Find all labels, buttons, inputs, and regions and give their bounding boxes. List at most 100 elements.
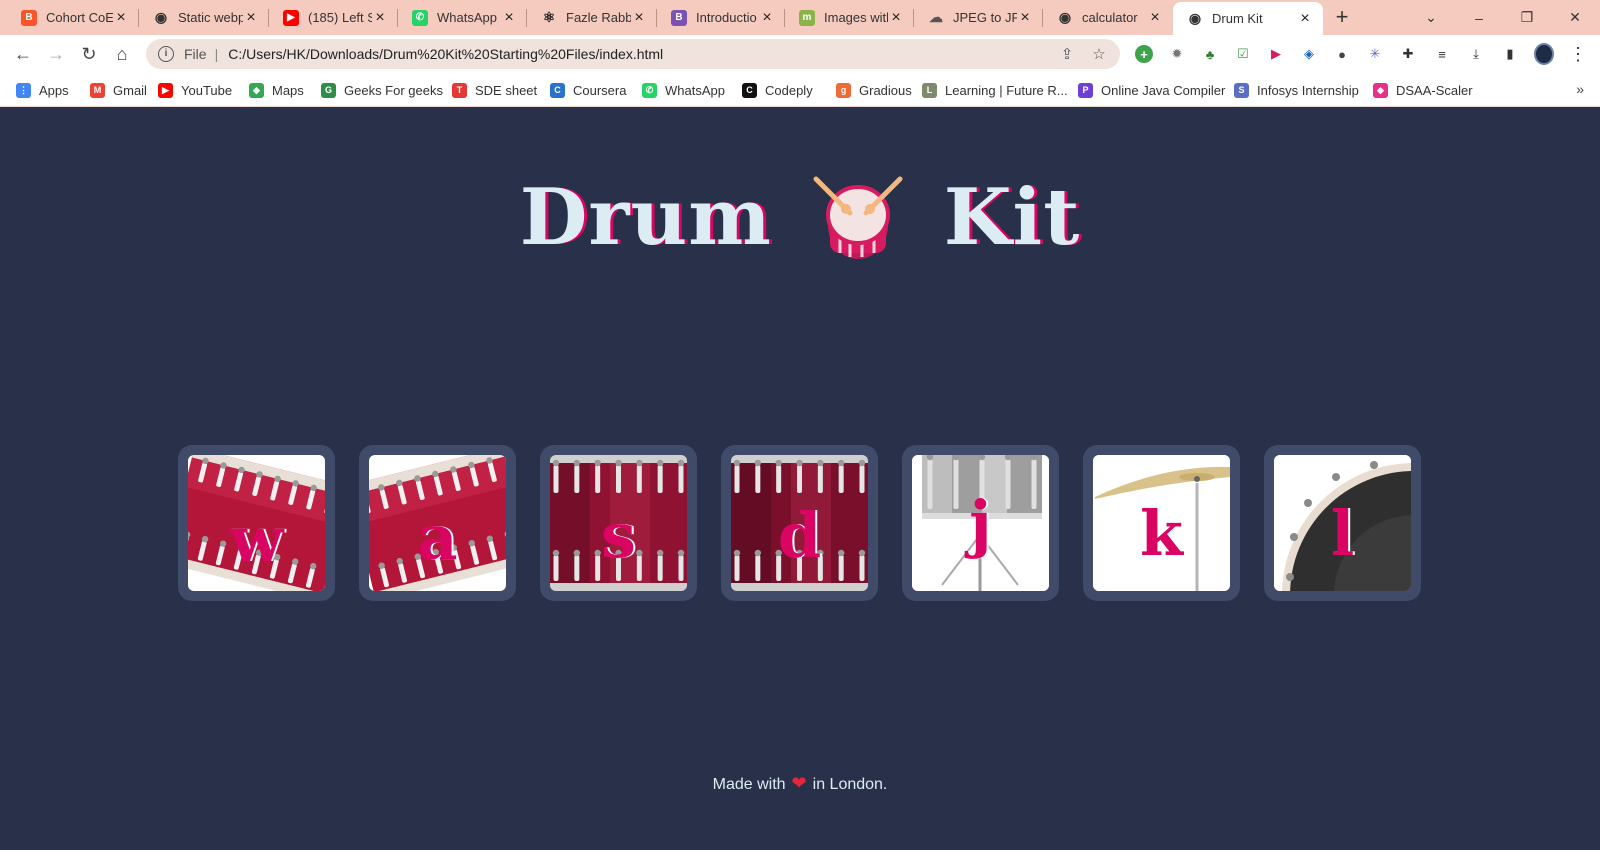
bookmark-codeply[interactable]: C Codeply bbox=[742, 82, 813, 98]
tab-close-icon[interactable]: × bbox=[1017, 9, 1033, 27]
address-bar[interactable]: i File | C:/Users/HK/Downloads/Drum%20Ki… bbox=[146, 39, 1120, 69]
bookmark-label: Learning | Future R... bbox=[945, 82, 1068, 98]
drum-emoji-icon bbox=[813, 176, 903, 259]
tab-5[interactable]: B Introductio × bbox=[657, 0, 785, 35]
infosys-icon: S bbox=[1234, 82, 1249, 98]
tab-title: calculator bbox=[1082, 10, 1138, 25]
drum-key-label: l bbox=[1330, 497, 1355, 570]
bookmark-label: YouTube bbox=[181, 82, 233, 98]
youtube-icon: ▶ bbox=[158, 82, 173, 98]
tab-close-icon[interactable]: × bbox=[888, 9, 904, 27]
drum-button-w[interactable]: w bbox=[178, 445, 335, 601]
kick-image: l bbox=[1274, 455, 1411, 591]
tab-close-icon[interactable]: × bbox=[1297, 10, 1313, 28]
bookmark-label: Coursera bbox=[573, 82, 627, 98]
forward-button[interactable]: → bbox=[43, 42, 69, 66]
bookmark-scaler[interactable]: ◆ DSAA-Scaler bbox=[1373, 82, 1473, 98]
bookmark-whatsapp[interactable]: ✆ WhatsApp bbox=[642, 82, 725, 98]
bookmark-label: Geeks For geeks bbox=[344, 82, 443, 98]
tab-9[interactable]: ◉ Drum Kit × bbox=[1173, 2, 1323, 35]
cookies-icon[interactable]: ● bbox=[1332, 44, 1352, 64]
bookmark-gmail[interactable]: M Gmail bbox=[90, 82, 147, 98]
bookmark-gradious[interactable]: g Gradious bbox=[836, 82, 912, 98]
bookmark-infosys[interactable]: S Infosys Internship bbox=[1234, 82, 1359, 98]
drum-button-k[interactable]: k bbox=[1083, 445, 1240, 601]
reload-button[interactable]: ↻ bbox=[76, 42, 102, 66]
tab-close-icon[interactable]: × bbox=[501, 9, 517, 27]
tab-title: Images with bbox=[824, 10, 888, 25]
url-text[interactable]: C:/Users/HK/Downloads/Drum%20Kit%20Start… bbox=[228, 46, 1056, 62]
browser-menu-icon[interactable]: ⋮ bbox=[1568, 44, 1588, 64]
whatsapp-icon: ✆ bbox=[412, 9, 428, 26]
bookmark-label: Gradious bbox=[859, 82, 912, 98]
bookmark-apps-grid[interactable]: ⋮ Apps bbox=[16, 82, 69, 98]
tab-search-chevron-icon[interactable]: ⌄ bbox=[1408, 0, 1454, 35]
drum-button-a[interactable]: a bbox=[359, 445, 516, 601]
back-button[interactable]: ← bbox=[10, 42, 36, 66]
bookmark-star-icon[interactable]: ☆ bbox=[1088, 45, 1110, 63]
tab-3[interactable]: ✆ WhatsApp × bbox=[398, 0, 527, 35]
maps-icon: ◆ bbox=[249, 82, 264, 98]
heart-icon: ❤ bbox=[791, 773, 807, 793]
more-bookmarks-chevron-icon[interactable]: » bbox=[1576, 81, 1584, 97]
bookmark-learning[interactable]: L Learning | Future R... bbox=[922, 82, 1068, 98]
tab-4[interactable]: ⚛ Fazle Rabby× bbox=[527, 0, 657, 35]
reading-list-icon[interactable]: ≡ bbox=[1432, 44, 1452, 64]
drum-button-l[interactable]: l bbox=[1264, 445, 1421, 601]
drum-button-s[interactable]: s bbox=[540, 445, 697, 601]
title-word-drum: Drum bbox=[519, 172, 772, 263]
tab-close-icon[interactable]: × bbox=[372, 9, 388, 27]
close-window-button[interactable]: ✕ bbox=[1552, 0, 1598, 35]
side-panel-icon[interactable]: ▮ bbox=[1500, 44, 1520, 64]
globe-icon: ◉ bbox=[1058, 9, 1072, 25]
tab-close-icon[interactable]: × bbox=[631, 9, 647, 27]
coursera-icon: C bbox=[550, 82, 565, 98]
tab-close-icon[interactable]: × bbox=[113, 9, 129, 27]
tab-0[interactable]: B Cohort CoE × bbox=[7, 0, 139, 35]
gfg-icon: G bbox=[321, 82, 336, 98]
bookmark-gfg[interactable]: G Geeks For geeks bbox=[321, 82, 443, 98]
tom-2-image: a bbox=[369, 455, 506, 591]
scaler-icon: ◆ bbox=[1373, 82, 1388, 98]
programiz-icon: P bbox=[1078, 82, 1093, 98]
diamond-icon[interactable]: ◈ bbox=[1299, 44, 1319, 64]
share-icon[interactable]: ⇪ bbox=[1056, 45, 1078, 63]
site-info-icon[interactable]: i bbox=[158, 46, 174, 62]
drum-button-j[interactable]: j bbox=[902, 445, 1059, 601]
profile-avatar[interactable] bbox=[1534, 43, 1554, 65]
bookmark-programiz[interactable]: P Online Java Compiler bbox=[1078, 82, 1225, 98]
play-circle-icon[interactable]: ▶ bbox=[1266, 44, 1286, 64]
m-icon: m bbox=[799, 9, 815, 26]
bookmark-tuf[interactable]: T SDE sheet bbox=[452, 82, 537, 98]
extension-plus-icon[interactable]: + bbox=[1134, 44, 1154, 64]
maximize-button[interactable]: ❐ bbox=[1504, 0, 1550, 35]
bookmark-label: SDE sheet bbox=[475, 82, 538, 98]
tab-close-icon[interactable]: × bbox=[759, 9, 775, 27]
tom-1-image: w bbox=[188, 455, 325, 591]
tab-8[interactable]: ◉ calculator × bbox=[1043, 0, 1173, 35]
extensions-puzzle-icon[interactable]: ✚ bbox=[1398, 44, 1418, 64]
new-tab-button[interactable]: + bbox=[1328, 5, 1356, 31]
drum-key-label: k bbox=[1140, 497, 1183, 570]
bookmark-coursera[interactable]: C Coursera bbox=[550, 82, 626, 98]
download-icon[interactable]: ⤓ bbox=[1466, 44, 1486, 64]
codeply-icon: C bbox=[742, 82, 757, 98]
footer-text-after: in London. bbox=[812, 776, 888, 793]
tab-1[interactable]: ◉ Static webp × bbox=[139, 0, 269, 35]
tab-title: WhatsApp bbox=[437, 10, 497, 25]
tab-close-icon[interactable]: × bbox=[1147, 9, 1163, 27]
home-button[interactable]: ⌂ bbox=[109, 42, 135, 66]
html-tree-icon[interactable]: ♣ bbox=[1200, 44, 1220, 64]
tab-7[interactable]: ☁ JPEG to JPG× bbox=[914, 0, 1043, 35]
bookmark-maps[interactable]: ◆ Maps bbox=[249, 82, 304, 98]
crash-image: k bbox=[1093, 455, 1230, 591]
tab-close-icon[interactable]: × bbox=[243, 9, 259, 27]
bug-icon[interactable]: ✹ bbox=[1167, 44, 1187, 64]
minimize-button[interactable]: – bbox=[1456, 0, 1502, 35]
bookmark-youtube[interactable]: ▶ YouTube bbox=[158, 82, 232, 98]
clipboard-check-icon[interactable]: ☑ bbox=[1233, 44, 1253, 64]
tab-2[interactable]: ▶ (185) Left S × bbox=[269, 0, 398, 35]
tab-6[interactable]: m Images with × bbox=[785, 0, 914, 35]
sparkle-icon[interactable]: ✳ bbox=[1365, 44, 1385, 64]
drum-button-d[interactable]: d bbox=[721, 445, 878, 601]
